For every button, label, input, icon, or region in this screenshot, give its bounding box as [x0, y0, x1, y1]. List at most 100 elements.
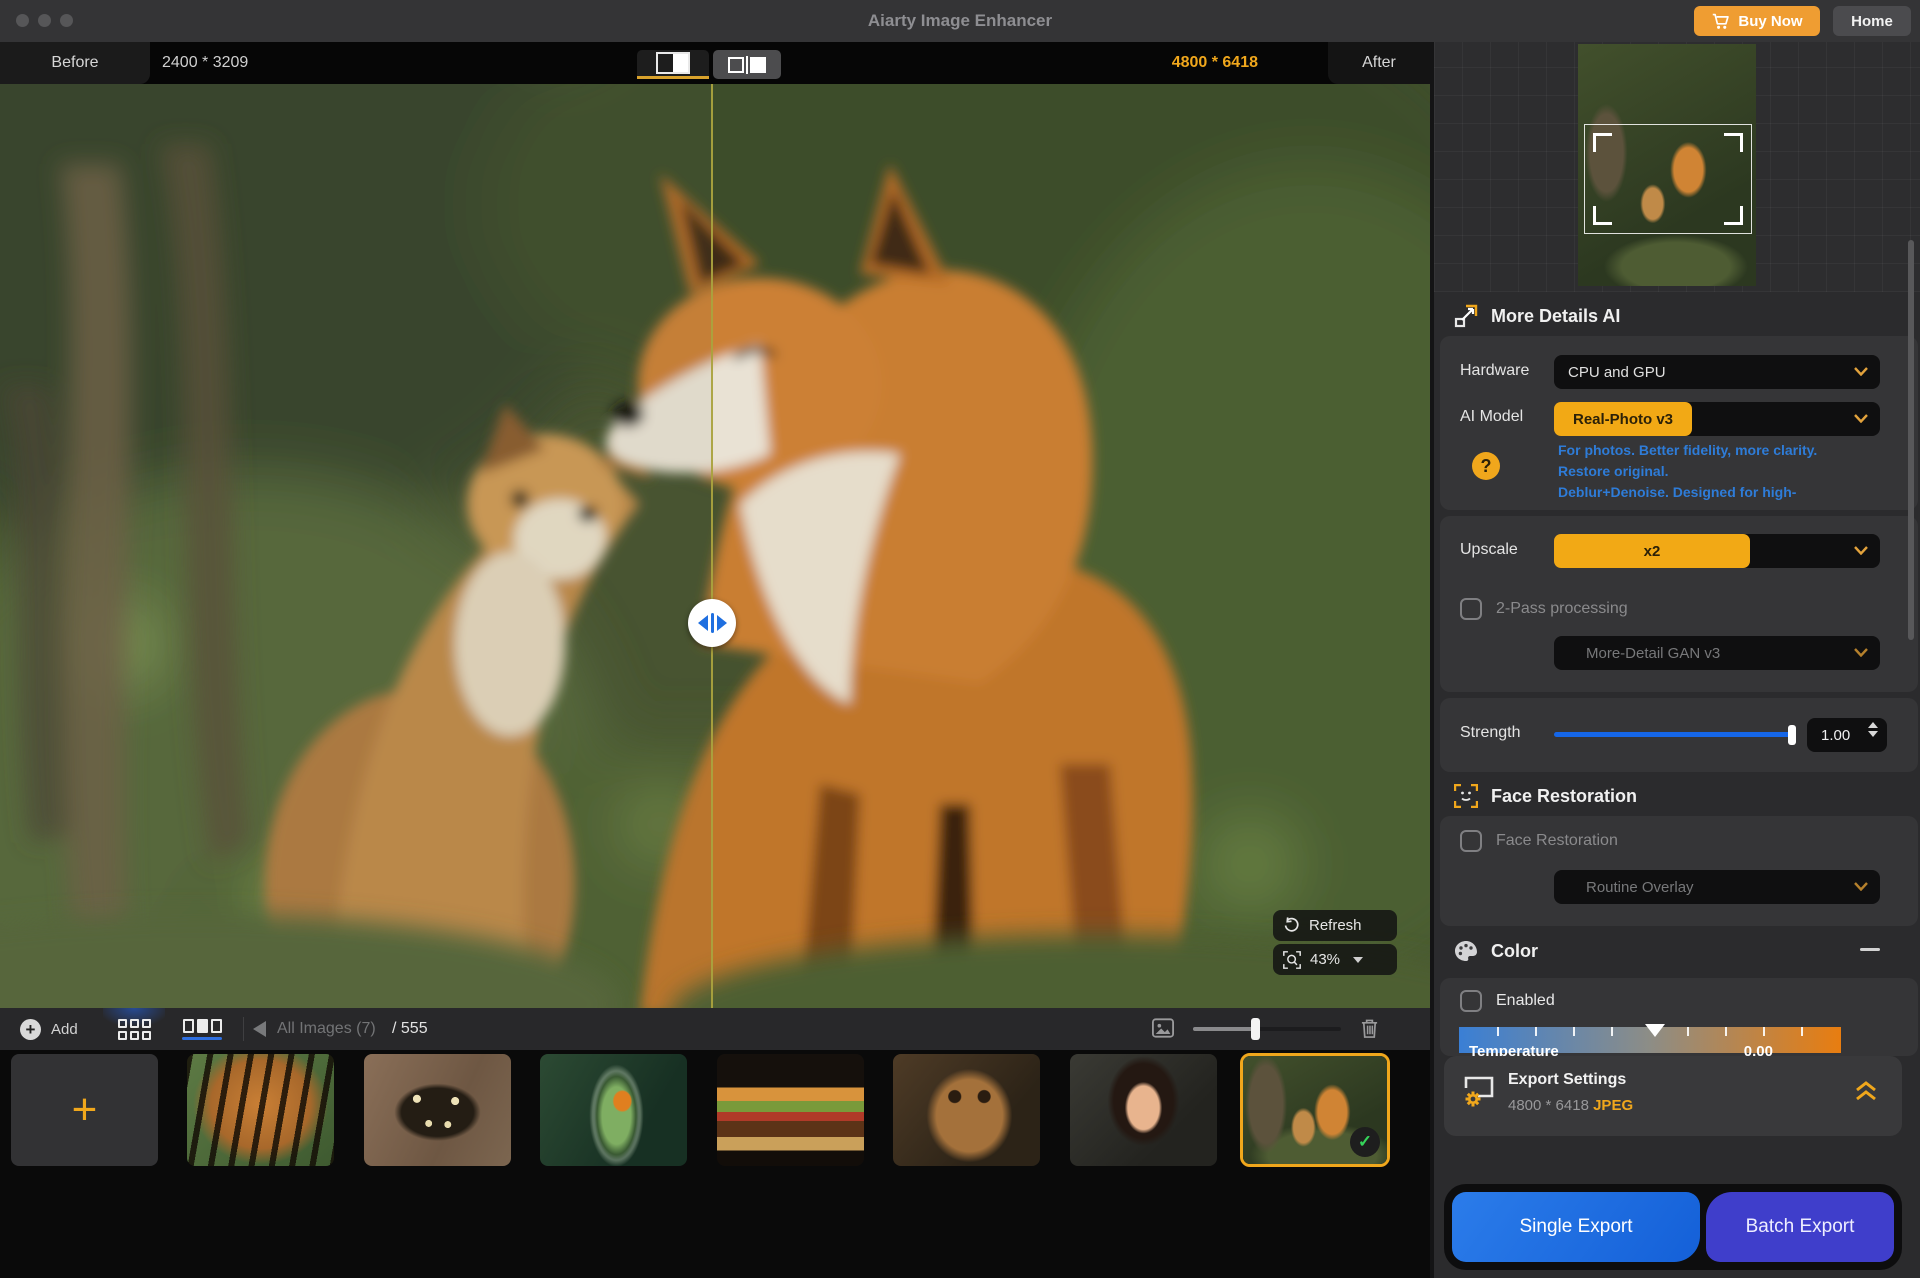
zoom-caret-icon — [1353, 957, 1363, 963]
strength-value-spinbox[interactable]: 1.00 — [1807, 718, 1887, 752]
upscale-value-pill: x2 — [1554, 534, 1750, 568]
upscale-label: Upscale — [1460, 541, 1518, 559]
after-tab[interactable]: After — [1328, 42, 1430, 84]
grid-view-tab[interactable] — [103, 1008, 165, 1050]
ai-model-label: AI Model — [1460, 408, 1523, 426]
navigator-viewport[interactable] — [1584, 124, 1752, 234]
back-arrow-icon[interactable] — [253, 1021, 266, 1037]
image-filter-label[interactable]: All Images (7) — [277, 1008, 376, 1050]
zoom-level-value: 43% — [1310, 951, 1340, 968]
palette-icon — [1454, 940, 1478, 962]
thumbnail-terrarium[interactable] — [540, 1054, 687, 1166]
export-settings-icon — [1462, 1074, 1498, 1108]
thumbnail-size-icon — [1152, 1018, 1174, 1043]
temperature-marker[interactable] — [1645, 1024, 1665, 1037]
app-title: Aiarty Image Enhancer — [0, 0, 1920, 42]
thumbnail-tiger[interactable] — [187, 1054, 334, 1166]
temperature-value: 0.00 — [1744, 1043, 1773, 1056]
chevron-down-icon — [1854, 367, 1868, 376]
before-tab[interactable]: Before — [0, 42, 150, 84]
color-enabled-checkbox[interactable] — [1460, 990, 1482, 1012]
cart-icon — [1711, 13, 1730, 30]
upscale-panel: Upscale x2 2-Pass processing More-Detail… — [1440, 516, 1918, 692]
settings-sidebar: More Details AI Hardware CPU and GPU AI … — [1430, 42, 1920, 1278]
viewer-hud: Refresh 43% — [1273, 910, 1397, 978]
face-restoration-header: Face Restoration — [1454, 784, 1637, 808]
face-restoration-checkbox[interactable] — [1460, 830, 1482, 852]
image-viewer[interactable]: Refresh 43% — [0, 84, 1430, 1008]
spinner-arrows-icon[interactable] — [1868, 722, 1878, 737]
thumbnail-add-tile[interactable]: + — [11, 1054, 158, 1166]
two-pass-model-dropdown[interactable]: More-Detail GAN v3 — [1554, 636, 1880, 670]
face-restoration-icon — [1454, 784, 1478, 808]
divider-left-arrow-icon — [698, 615, 708, 631]
strength-label: Strength — [1460, 724, 1520, 742]
image-total-count: / 555 — [392, 1008, 428, 1050]
selected-check-icon: ✓ — [1350, 1127, 1380, 1157]
buy-now-button[interactable]: Buy Now — [1694, 6, 1820, 36]
split-view-toggle[interactable] — [637, 50, 709, 79]
chevron-down-icon — [1854, 546, 1868, 555]
trash-icon — [1360, 1018, 1379, 1039]
fox-photo — [0, 84, 1430, 1008]
filmstrip-view-tab[interactable] — [170, 1008, 234, 1050]
zoom-level-control[interactable]: 43% — [1273, 944, 1397, 975]
collapse-export-icon[interactable] — [1854, 1080, 1878, 1102]
home-button[interactable]: Home — [1833, 6, 1911, 36]
more-details-ai-header: More Details AI — [1454, 304, 1620, 328]
batch-export-button[interactable]: Batch Export — [1706, 1192, 1894, 1262]
face-restoration-mode-dropdown[interactable]: Routine Overlay — [1554, 870, 1880, 904]
export-settings-panel[interactable]: Export Settings 4800 * 6418 JPEG — [1444, 1056, 1902, 1136]
side-by-side-toggle[interactable] — [713, 50, 781, 79]
export-settings-title: Export Settings — [1508, 1071, 1626, 1089]
sidebar-scrollbar[interactable] — [1908, 240, 1914, 640]
filmstrip-view-icon — [183, 1019, 222, 1033]
upscale-dropdown[interactable]: x2 — [1554, 534, 1880, 568]
ai-model-value-pill: Real-Photo v3 — [1554, 402, 1692, 436]
thumbnail-steampunk-dog[interactable] — [893, 1054, 1040, 1166]
add-plus-icon: + — [20, 1019, 41, 1040]
before-dimensions: 2400 * 3209 — [162, 42, 248, 84]
filmstrip: + ✓ — [0, 1050, 1430, 1278]
face-restoration-checkbox-label: Face Restoration — [1496, 832, 1618, 850]
thumbnail-burger[interactable] — [717, 1054, 864, 1166]
delete-image-button[interactable] — [1360, 1018, 1379, 1044]
app-window: Aiarty Image Enhancer Buy Now Home Befor… — [0, 0, 1920, 1278]
strength-panel: Strength 1.00 — [1440, 698, 1918, 772]
strength-slider[interactable] — [1554, 732, 1794, 737]
upscale-icon — [1454, 304, 1478, 328]
thumbnail-foxes-selected[interactable]: ✓ — [1240, 1053, 1390, 1167]
hardware-label: Hardware — [1460, 362, 1529, 380]
strength-slider-handle[interactable] — [1788, 725, 1796, 745]
add-image-button[interactable]: + Add — [20, 1008, 78, 1050]
color-enabled-label: Enabled — [1496, 992, 1555, 1010]
temperature-label: Temperature — [1469, 1043, 1559, 1056]
chevron-down-icon — [1854, 648, 1868, 657]
collapse-color-icon[interactable] — [1860, 948, 1880, 951]
temperature-slider[interactable]: Temperature 0.00 — [1459, 1027, 1841, 1053]
more-details-panel: Hardware CPU and GPU AI Model Real-Photo… — [1440, 336, 1918, 510]
face-restoration-panel: Face Restoration Routine Overlay — [1440, 816, 1918, 926]
compare-bar: Before 2400 * 3209 4800 * 6418 After — [0, 42, 1430, 84]
thumbnail-portrait[interactable] — [1070, 1054, 1217, 1166]
navigator-preview[interactable] — [1434, 42, 1920, 292]
title-bar: Aiarty Image Enhancer Buy Now Home — [0, 0, 1920, 42]
two-pass-checkbox[interactable] — [1460, 598, 1482, 620]
thumbnail-size-slider[interactable] — [1193, 1027, 1341, 1031]
grid-view-icon — [118, 1019, 151, 1040]
refresh-icon — [1283, 917, 1300, 934]
compare-divider[interactable] — [711, 84, 713, 1008]
toolbar-separator — [243, 1017, 244, 1041]
compare-divider-handle[interactable] — [688, 599, 736, 647]
side-by-side-icon — [728, 56, 766, 74]
after-dimensions: 4800 * 6418 — [1000, 42, 1258, 84]
single-export-button[interactable]: Single Export — [1452, 1192, 1700, 1262]
two-pass-label: 2-Pass processing — [1496, 600, 1628, 618]
ai-model-dropdown[interactable]: Real-Photo v3 — [1554, 402, 1880, 436]
help-icon[interactable]: ? — [1472, 452, 1500, 480]
refresh-button[interactable]: Refresh — [1273, 910, 1397, 941]
slider-handle[interactable] — [1251, 1018, 1260, 1040]
thumbnail-butterfly[interactable] — [364, 1054, 511, 1166]
export-output-format: JPEG — [1593, 1097, 1633, 1114]
hardware-dropdown[interactable]: CPU and GPU — [1554, 355, 1880, 389]
